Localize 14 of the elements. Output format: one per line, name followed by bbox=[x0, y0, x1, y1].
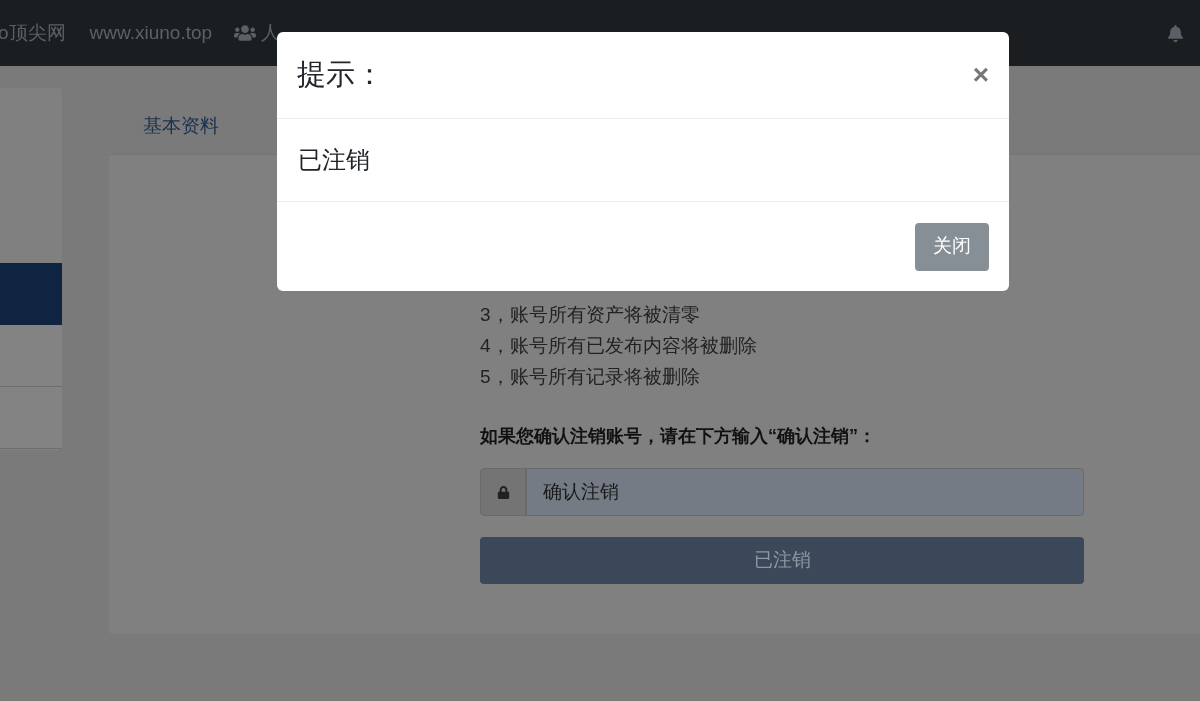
notice-line: 4，账号所有已发布内容将被删除 bbox=[480, 334, 758, 358]
tab[interactable]: 基本资料 bbox=[131, 111, 231, 154]
close-button[interactable]: × bbox=[972, 61, 989, 89]
users-icon[interactable] bbox=[234, 24, 257, 42]
sidebar-item[interactable] bbox=[0, 263, 62, 325]
bell-icon[interactable] bbox=[1167, 24, 1184, 42]
close-modal-button[interactable]: 关闭 bbox=[915, 222, 989, 271]
notice-line: 3，账号所有资产将被清零 bbox=[480, 303, 701, 327]
notice-line: 5，账号所有记录将被删除 bbox=[480, 365, 701, 389]
modal-title: 提示： bbox=[297, 57, 384, 93]
lock-icon bbox=[496, 485, 510, 499]
site-link[interactable]: www.xiuno.top bbox=[89, 18, 213, 48]
confirm-prompt: 如果您确认注销账号，请在下方输入“确认注销”： bbox=[480, 425, 877, 448]
modal-message: 已注销 bbox=[298, 145, 370, 175]
